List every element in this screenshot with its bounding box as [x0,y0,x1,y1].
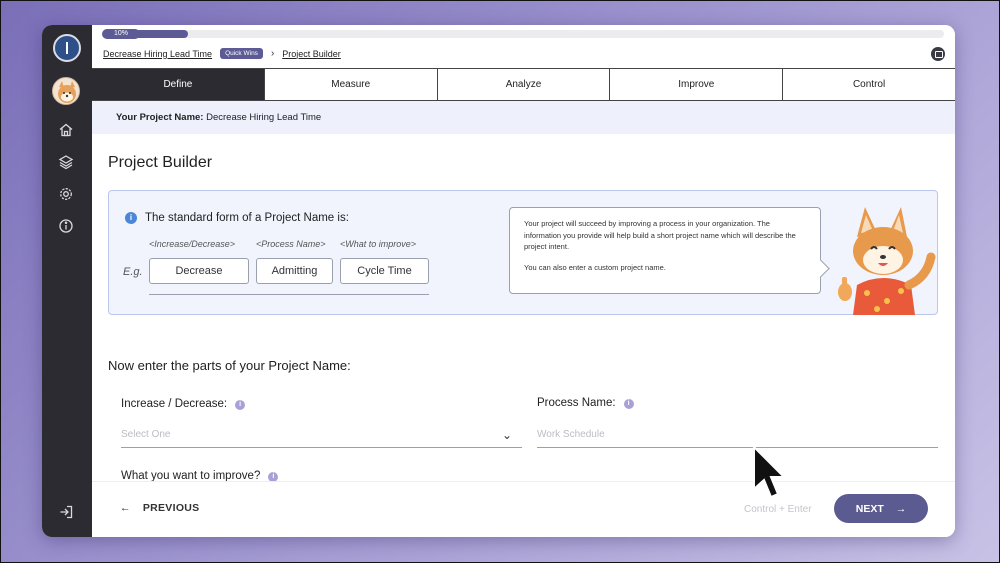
info-icon[interactable] [58,218,74,234]
previous-label: PREVIOUS [142,502,200,514]
example-cycle-time: Cycle Time [340,258,429,284]
page-title: Project Builder [108,154,213,171]
what-to-improve-label-text: What you want to improve? [121,470,261,481]
hint-what-to-improve: <What to improve> [340,239,417,249]
info-icon[interactable]: i [235,400,246,410]
mouse-pointer-icon [753,445,786,499]
example-decrease: Decrease [149,258,249,284]
keyboard-shortcut-hint: Control + Enter [744,504,812,515]
main-content: Project Builder i The standard form of a… [92,134,955,481]
home-icon[interactable] [58,122,74,138]
process-name-label-text: Process Name: [537,397,616,409]
hint-process-name: <Process Name> [256,239,326,249]
settings-gear-icon[interactable] [58,186,74,202]
increase-decrease-select[interactable]: Select One ⌄ [121,422,522,448]
info-icon[interactable]: i [268,472,279,481]
select-placeholder: Select One [121,429,171,440]
parts-title: Now enter the parts of your Project Name… [108,358,351,373]
info-icon[interactable]: i [623,399,634,409]
info-icon: i [125,212,137,224]
process-name-label: Process Name: i [537,397,634,409]
breadcrumb-current-link[interactable]: Project Builder [282,49,341,59]
arrow-left-icon: ← [120,502,131,514]
top-bar: 10% Decrease Hiring Lead Time Quick Wins… [92,25,955,68]
example-underline [149,294,429,295]
tab-measure[interactable]: Measure [263,69,437,100]
example-admitting: Admitting [256,258,333,284]
tab-define[interactable]: Define [92,69,264,100]
quick-wins-badge: Quick Wins [220,48,263,59]
phase-tabs: Define Measure Analyze Improve Control [92,68,955,101]
help-speech-bubble: Your project will succeed by improving a… [509,207,821,294]
layers-icon[interactable] [58,154,74,170]
previous-button[interactable]: ← PREVIOUS [120,502,199,514]
process-name-placeholder: Work Schedule [537,429,605,440]
process-name-input[interactable]: Work Schedule [537,422,938,448]
bubble-paragraph-1: Your project will succeed by improving a… [524,219,796,252]
project-name-bar: Your Project Name: Decrease Hiring Lead … [92,101,955,134]
next-button[interactable]: NEXT → [834,494,928,523]
progress-label: 10% [102,29,140,39]
hint-increase-decrease: <Increase/Decrease> [149,239,236,249]
project-name-label: Your Project Name: [116,112,204,123]
user-avatar[interactable] [52,77,80,105]
app-logo[interactable] [53,34,81,62]
next-label: NEXT [855,502,884,515]
project-name-value: Decrease Hiring Lead Time [206,112,322,123]
what-to-improve-label: What you want to improve? i [121,470,279,481]
progress-bar [104,30,944,38]
example-label: E.g. [123,266,143,278]
increase-decrease-label: Increase / Decrease: i [121,398,246,410]
tab-improve[interactable]: Improve [609,69,783,100]
project-name-info-card: i The standard form of a Project Name is… [108,190,938,315]
bubble-paragraph-2: You can also enter a custom project name… [524,262,666,272]
increase-decrease-label-text: Increase / Decrease: [121,398,228,410]
info-card-title: The standard form of a Project Name is: [145,212,349,224]
footer-nav: ← PREVIOUS Control + Enter NEXT → [92,481,955,537]
sidebar [42,25,92,537]
app-window: 10% Decrease Hiring Lead Time Quick Wins… [42,25,955,537]
tab-analyze[interactable]: Analyze [436,69,610,100]
chevron-down-icon[interactable]: ⌄ [502,422,512,448]
breadcrumb-project-link[interactable]: Decrease Hiring Lead Time [103,49,212,59]
fox-mascot-illustration [838,207,936,315]
chevron-right-icon: › [270,48,275,59]
tab-control[interactable]: Control [782,69,955,100]
arrow-right-icon: → [895,502,907,515]
breadcrumb: Decrease Hiring Lead Time Quick Wins › P… [103,48,341,59]
chat-icon[interactable] [931,47,945,61]
logout-icon[interactable] [58,504,74,520]
